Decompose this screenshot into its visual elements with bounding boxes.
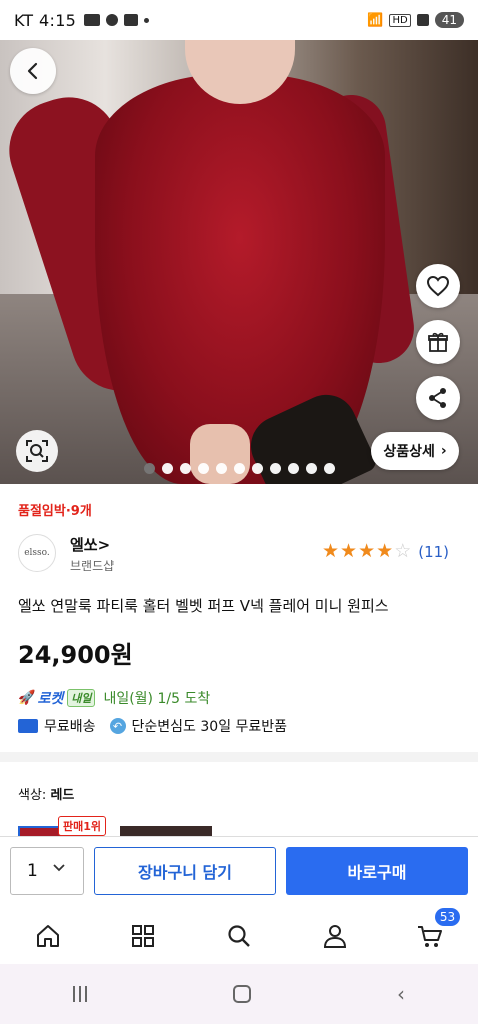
shipping-row: 무료배송 ↶ 단순변심도 30일 무료반품 [18, 716, 287, 736]
cart-count-badge: 53 [434, 908, 461, 926]
return-icon: ↶ [109, 718, 126, 734]
nav-search[interactable] [219, 916, 259, 956]
pagination-dot[interactable] [305, 463, 317, 474]
product-detail-label: 상품상세 [383, 444, 435, 460]
pagination-dot[interactable] [233, 463, 245, 474]
system-back-button[interactable]: ‹ [397, 982, 405, 1006]
chevron-left-icon [27, 62, 38, 80]
gift-icon [428, 332, 448, 352]
review-count[interactable]: (11) [418, 543, 449, 561]
carrier: KT [14, 10, 34, 30]
color-option-label: 색상: 레드 [18, 784, 74, 803]
share-button[interactable] [416, 376, 460, 420]
wishlist-button[interactable] [416, 264, 460, 308]
quantity-value: 1 [27, 861, 38, 881]
stock-urgency-label: 품절임박·9개 [18, 504, 92, 519]
notification-icons [84, 14, 150, 26]
status-bar: KT 4:15 📶 HD 41 [0, 0, 478, 40]
cart-icon [418, 926, 443, 947]
star-filled-icon: ★ [340, 540, 358, 562]
arrival-date: 내일(월) 1/5 도착 [103, 691, 211, 707]
nav-home[interactable] [28, 916, 68, 956]
pagination-dot[interactable] [323, 463, 335, 474]
grid-icon [132, 925, 155, 947]
color-value: 레드 [50, 788, 75, 803]
best-seller-badge: 판매1위 [58, 816, 107, 836]
recent-apps-button[interactable] [73, 986, 87, 1002]
nav-cart[interactable]: 53 [410, 908, 461, 956]
hd-icon: HD [389, 13, 411, 27]
star-filled-icon: ★ [376, 540, 394, 562]
star-filled-icon: ★ [358, 540, 376, 562]
product-title: 엘쏘 연말룩 파티룩 홀터 벨벳 퍼프 V넥 플레어 미니 원피스 [18, 597, 389, 615]
product-image[interactable] [0, 34, 478, 484]
youtube-icon [84, 14, 101, 26]
free-return-label: 단순변심도 30일 무료반품 [131, 719, 288, 735]
pagination-dot[interactable] [197, 463, 209, 474]
search-icon [228, 925, 250, 947]
truck-icon [18, 719, 38, 733]
system-navigation: ‹ [0, 964, 478, 1024]
product-price: 24,900원 [18, 641, 133, 669]
heart-icon [426, 275, 450, 297]
more-dot-icon [144, 17, 150, 23]
lens-search-icon [26, 440, 48, 462]
pagination-dot[interactable] [287, 463, 299, 474]
buy-now-button[interactable]: 바로구매 [286, 847, 468, 895]
clock: 4:15 [39, 10, 77, 30]
wifi-icon: 📶 [367, 12, 384, 28]
rating-summary[interactable]: ★ ★ ★ ★ ☆ (11) [322, 542, 449, 561]
image-leg [190, 424, 250, 484]
tomorrow-badge: 내일 [67, 689, 96, 707]
back-button[interactable] [10, 48, 56, 94]
quantity-select[interactable]: 1 [10, 847, 84, 895]
home-button[interactable] [233, 985, 251, 1003]
gift-button[interactable] [416, 320, 460, 364]
cloud-icon [124, 14, 139, 26]
user-icon [323, 925, 346, 948]
image-pagination [0, 463, 478, 474]
pagination-dot[interactable] [215, 463, 227, 474]
brand-logo[interactable]: elsso. [18, 534, 56, 572]
rocket-label: 로켓 [37, 691, 64, 707]
coupang-icon [106, 14, 119, 26]
rocket-icon: 🚀 [18, 690, 36, 706]
star-empty-icon: ☆ [394, 540, 412, 562]
pagination-dot[interactable] [161, 463, 173, 474]
brand-shop-label: 브랜드샵 [70, 559, 115, 573]
chevron-down-icon [53, 864, 65, 872]
color-prefix: 색상: [18, 788, 51, 803]
rocket-delivery-row: 🚀 로켓 내일 내일(월) 1/5 도착 [18, 688, 210, 708]
pagination-dot[interactable] [143, 463, 155, 474]
bottom-navigation: 53 [0, 908, 478, 964]
nav-categories[interactable] [123, 916, 163, 956]
share-icon [429, 388, 446, 408]
star-filled-icon: ★ [322, 540, 340, 562]
section-divider [0, 752, 478, 762]
chevron-right-icon: › [440, 443, 447, 459]
pagination-dot[interactable] [251, 463, 263, 474]
nav-my-account[interactable] [315, 916, 355, 956]
free-shipping-label: 무료배송 [44, 719, 96, 735]
pagination-dot[interactable] [179, 463, 191, 474]
add-to-cart-button[interactable]: 장바구니 담기 [94, 847, 276, 895]
purchase-bar: 1 장바구니 담기 바로구매 [0, 836, 478, 908]
home-icon [36, 925, 59, 947]
signal-icon [416, 14, 429, 26]
brand-name-link[interactable]: 엘쏘> [70, 534, 110, 555]
pagination-dot[interactable] [269, 463, 281, 474]
battery-icon: 41 [434, 12, 464, 28]
